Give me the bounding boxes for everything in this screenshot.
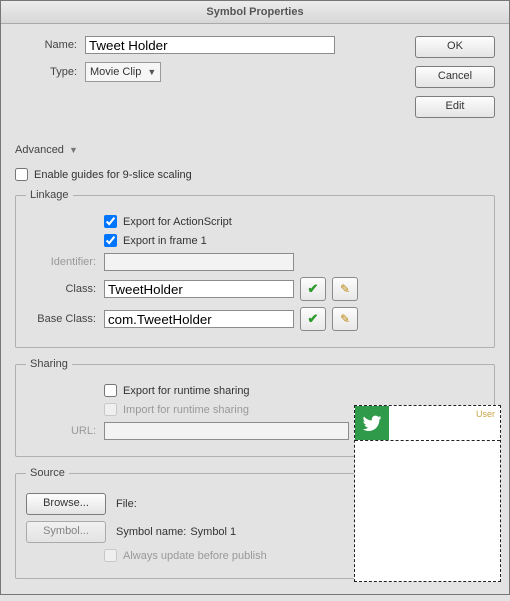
dialog-title: Symbol Properties	[1, 1, 509, 24]
url-label: URL:	[26, 425, 104, 437]
browse-button[interactable]: Browse...	[26, 493, 106, 515]
type-value: Movie Clip	[90, 66, 141, 78]
check-icon: ✔	[308, 311, 319, 327]
validate-class-button[interactable]: ✔	[300, 277, 326, 301]
always-update-label: Always update before publish	[123, 550, 267, 562]
edit-button[interactable]: Edit	[415, 96, 495, 118]
base-class-input[interactable]	[104, 310, 294, 328]
nine-slice-row[interactable]: Enable guides for 9-slice scaling	[15, 168, 495, 181]
symbol-name-label: Symbol name:	[116, 526, 186, 538]
ok-button[interactable]: OK	[415, 36, 495, 58]
identifier-input	[104, 253, 294, 271]
export-f1-checkbox[interactable]	[104, 234, 117, 247]
symbol-preview: User	[354, 405, 501, 582]
nine-slice-checkbox[interactable]	[15, 168, 28, 181]
linkage-legend: Linkage	[26, 189, 73, 201]
twitter-bird-icon	[355, 406, 389, 440]
name-input[interactable]	[85, 36, 335, 54]
validate-base-class-button[interactable]: ✔	[300, 307, 326, 331]
export-as-row[interactable]: Export for ActionScript	[104, 215, 484, 228]
class-label: Class:	[26, 283, 104, 295]
preview-user-label: User	[389, 406, 500, 440]
always-update-checkbox	[104, 549, 117, 562]
source-legend: Source	[26, 467, 69, 479]
symbol-name-value: Symbol 1	[190, 526, 236, 538]
type-dropdown[interactable]: Movie Clip ▼	[85, 62, 161, 82]
edit-base-class-button[interactable]: ✎	[332, 307, 358, 331]
import-runtime-label: Import for runtime sharing	[123, 404, 249, 416]
url-input	[104, 422, 349, 440]
edit-class-button[interactable]: ✎	[332, 277, 358, 301]
disclosure-triangle-icon: ▼	[69, 145, 78, 155]
export-as-checkbox[interactable]	[104, 215, 117, 228]
chevron-down-icon: ▼	[147, 67, 156, 77]
identifier-label: Identifier:	[26, 256, 104, 268]
pencil-icon: ✎	[340, 312, 350, 326]
export-runtime-label: Export for runtime sharing	[123, 385, 250, 397]
cancel-button[interactable]: Cancel	[415, 66, 495, 88]
symbol-button: Symbol...	[26, 521, 106, 543]
check-icon: ✔	[308, 281, 319, 297]
export-f1-label: Export in frame 1	[123, 235, 207, 247]
advanced-label: Advanced	[15, 144, 64, 156]
export-f1-row[interactable]: Export in frame 1	[104, 234, 484, 247]
import-runtime-checkbox	[104, 403, 117, 416]
advanced-toggle[interactable]: Advanced ▼	[15, 144, 495, 156]
linkage-group: Linkage Export for ActionScript Export i…	[15, 189, 495, 348]
export-runtime-row[interactable]: Export for runtime sharing	[104, 384, 484, 397]
export-runtime-checkbox[interactable]	[104, 384, 117, 397]
file-label: File:	[116, 498, 137, 510]
pencil-icon: ✎	[340, 282, 350, 296]
type-label: Type:	[15, 66, 85, 78]
export-as-label: Export for ActionScript	[123, 216, 232, 228]
class-input[interactable]	[104, 280, 294, 298]
sharing-legend: Sharing	[26, 358, 72, 370]
base-class-label: Base Class:	[26, 313, 104, 325]
name-label: Name:	[15, 39, 85, 51]
nine-slice-label: Enable guides for 9-slice scaling	[34, 169, 192, 181]
